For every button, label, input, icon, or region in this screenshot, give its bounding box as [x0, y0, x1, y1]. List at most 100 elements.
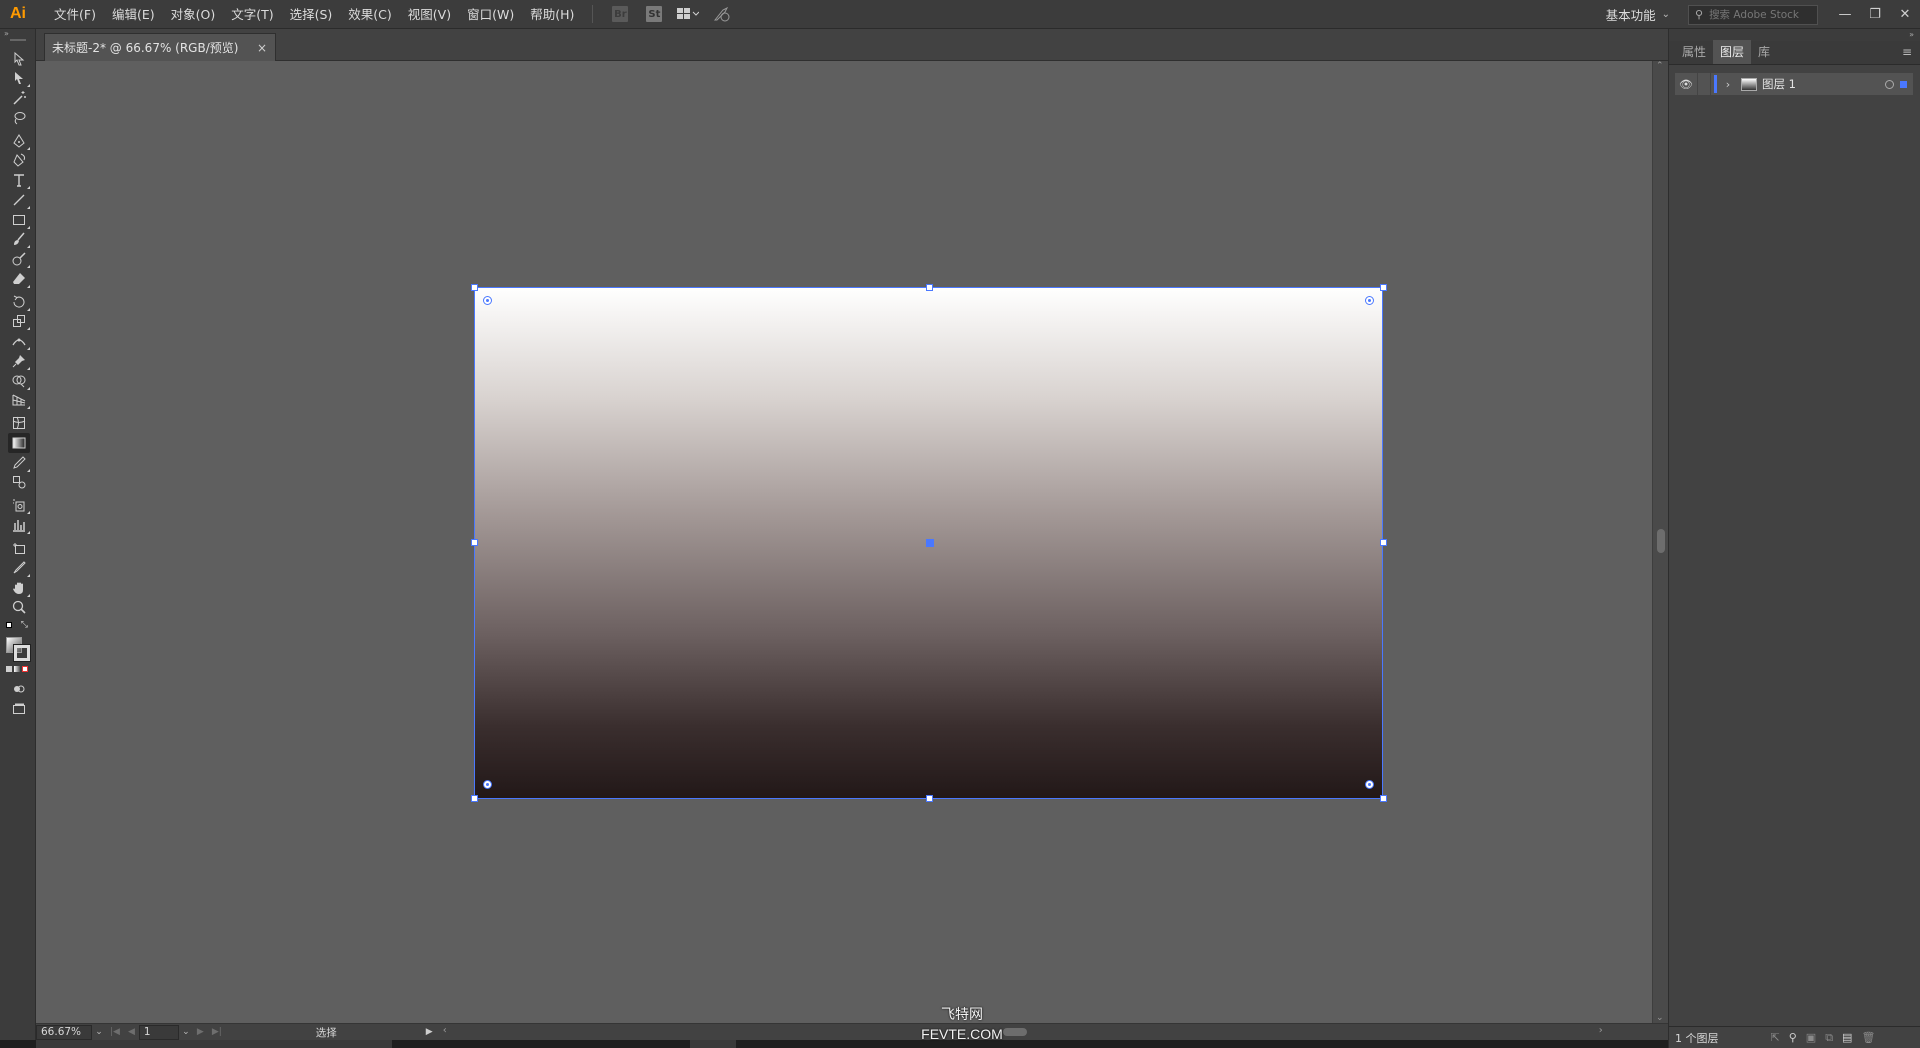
menu-type[interactable]: 文字(T) — [223, 0, 281, 29]
tab-libraries[interactable]: 库 — [1751, 40, 1777, 64]
scroll-up-icon[interactable]: ⌃ — [1656, 61, 1664, 71]
resize-handle-top[interactable] — [926, 284, 933, 291]
vertical-scroll-thumb[interactable] — [1657, 529, 1665, 553]
fill-stroke-swatches[interactable] — [6, 637, 32, 662]
restore-button[interactable]: ❐ — [1860, 7, 1890, 22]
color-button[interactable] — [6, 666, 12, 672]
slice-tool[interactable] — [8, 558, 30, 578]
width-tool[interactable] — [8, 331, 30, 351]
close-icon[interactable]: × — [257, 41, 267, 55]
center-point-marker[interactable] — [926, 539, 934, 547]
layer-name[interactable]: 图层 1 — [1762, 76, 1796, 92]
rotate-tool[interactable] — [8, 292, 30, 312]
resize-handle-bottom-left[interactable] — [471, 795, 478, 802]
direct-selection-tool[interactable] — [8, 68, 30, 88]
shape-builder-tool[interactable] — [8, 371, 30, 391]
none-button[interactable] — [22, 666, 28, 672]
vertical-scrollbar[interactable]: ⌃ ⌄ — [1652, 61, 1668, 1023]
stock-button[interactable]: St — [643, 4, 665, 24]
status-menu-arrow-icon[interactable]: ▶ — [426, 1027, 433, 1037]
type-tool[interactable] — [8, 170, 30, 190]
swap-colors-icon[interactable]: ⤡ — [21, 620, 28, 630]
last-page-icon[interactable]: ▶| — [212, 1027, 222, 1037]
locate-object-icon[interactable]: ⚲ — [1789, 1031, 1797, 1044]
first-page-icon[interactable]: |◀ — [110, 1027, 120, 1037]
toolbar-grip[interactable] — [10, 39, 26, 41]
corner-radius-widget-top-left[interactable] — [483, 296, 492, 305]
next-page-icon[interactable]: ▶ — [197, 1027, 204, 1037]
collapse-toolbar-icon[interactable]: » — [4, 29, 9, 38]
menu-view[interactable]: 视图(V) — [400, 0, 459, 29]
scroll-down-icon[interactable]: ⌄ — [1656, 1013, 1664, 1023]
new-layer-icon[interactable]: ▤ — [1842, 1031, 1852, 1044]
hand-tool[interactable] — [8, 578, 30, 598]
menu-help[interactable]: 帮助(H) — [522, 0, 582, 29]
menu-select[interactable]: 选择(S) — [282, 0, 341, 29]
zoom-chevron-down-icon[interactable]: ⌄ — [92, 1027, 106, 1037]
scale-tool[interactable] — [8, 311, 30, 331]
eyedropper-tool[interactable] — [8, 453, 30, 473]
stock-search-field[interactable]: ⚲ 搜索 Adobe Stock — [1688, 4, 1818, 25]
resize-handle-top-right[interactable] — [1380, 284, 1387, 291]
expand-chevron-icon[interactable]: › — [1720, 78, 1736, 91]
gradient-tool[interactable] — [8, 433, 30, 453]
previous-page-icon[interactable]: ◀ — [128, 1027, 135, 1037]
tab-layers[interactable]: 图层 — [1713, 40, 1752, 64]
shaper-tool[interactable] — [8, 249, 30, 269]
paintbrush-tool[interactable] — [8, 229, 30, 249]
symbol-sprayer-tool[interactable] — [8, 495, 30, 515]
artboard-tool[interactable] — [8, 538, 30, 558]
gradient-button[interactable] — [14, 666, 20, 672]
blend-tool[interactable] — [8, 472, 30, 492]
scroll-left-icon[interactable]: ‹ — [443, 1025, 447, 1036]
eraser-tool[interactable] — [8, 269, 30, 289]
arrange-documents-button[interactable] — [677, 4, 700, 24]
bridge-button[interactable]: Br — [609, 4, 631, 24]
visibility-eye-icon[interactable]: 👁 — [1675, 78, 1697, 91]
zoom-level-field[interactable]: 66.67% — [36, 1024, 92, 1040]
stroke-swatch[interactable] — [13, 644, 31, 662]
mesh-tool[interactable] — [8, 413, 30, 433]
clipping-mask-icon[interactable]: ▣ — [1806, 1031, 1816, 1044]
selection-tool[interactable] — [8, 49, 30, 69]
export-icon[interactable]: ⇱ — [1771, 1031, 1780, 1044]
screen-mode[interactable] — [8, 699, 30, 719]
corner-radius-widget-top-right[interactable] — [1365, 296, 1374, 305]
lock-toggle[interactable] — [1697, 73, 1711, 95]
corner-radius-widget-bottom-right[interactable] — [1365, 780, 1374, 789]
panel-menu-icon[interactable]: ≡ — [1902, 40, 1920, 64]
drawing-modes[interactable] — [8, 679, 30, 699]
menu-object[interactable]: 对象(O) — [163, 0, 224, 29]
selection-indicator[interactable] — [1900, 80, 1907, 88]
menu-effect[interactable]: 效果(C) — [340, 0, 399, 29]
pen-tool[interactable] — [8, 131, 30, 151]
corner-radius-widget-bottom-left[interactable] — [483, 780, 492, 789]
layer-row[interactable]: 👁 › 图层 1 — [1675, 73, 1913, 95]
curvature-tool[interactable] — [8, 150, 30, 170]
artboard-number-field[interactable]: 1 — [138, 1024, 179, 1040]
menu-edit[interactable]: 编辑(E) — [104, 0, 163, 29]
rectangle-tool[interactable] — [8, 210, 30, 230]
magic-wand-tool[interactable] — [8, 88, 30, 108]
line-tool[interactable] — [8, 190, 30, 210]
zoom-tool[interactable] — [8, 597, 30, 617]
gpu-performance-button[interactable] — [711, 4, 733, 24]
perspective-grid-tool[interactable] — [8, 390, 30, 410]
resize-handle-bottom[interactable] — [926, 795, 933, 802]
new-sublayer-icon[interactable]: ⧉ — [1825, 1031, 1833, 1045]
artboard-chevron-down-icon[interactable]: ⌄ — [179, 1027, 193, 1037]
resize-handle-left[interactable] — [471, 539, 478, 546]
default-fill-stroke[interactable]: ⤡ — [6, 620, 30, 632]
menu-window[interactable]: 窗口(W) — [459, 0, 522, 29]
puppet-warp-tool[interactable] — [8, 351, 30, 371]
resize-handle-top-left[interactable] — [471, 284, 478, 291]
scroll-right-icon[interactable]: › — [1599, 1025, 1603, 1036]
close-window-button[interactable]: ✕ — [1890, 7, 1920, 22]
menu-file[interactable]: 文件(F) — [46, 0, 104, 29]
target-circle-icon[interactable] — [1885, 79, 1894, 89]
minimize-button[interactable]: — — [1830, 7, 1860, 22]
document-tab[interactable]: 未标题-2* @ 66.67% (RGB/预览) × — [44, 33, 276, 61]
column-graph-tool[interactable] — [8, 515, 30, 535]
workspace-switcher[interactable]: 基本功能 ⌄ — [1606, 5, 1670, 24]
lasso-tool[interactable] — [8, 108, 30, 128]
